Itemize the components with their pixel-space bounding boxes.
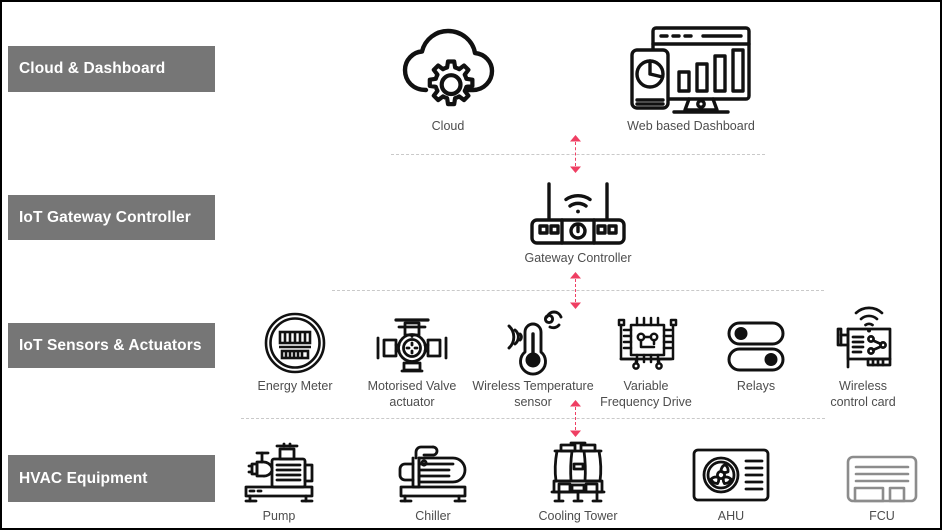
band-label-cloud-dashboard: Cloud & Dashboard [8,46,215,92]
node-caption: Pump [262,509,296,523]
valve-actuator-icon [374,312,450,374]
wireless-thermometer-icon [499,310,567,376]
node-caption: Variable Frequency Drive [600,379,692,409]
band-label-text: IoT Sensors & Actuators [19,336,202,354]
node-wireless-control-card: Wireless control card [814,306,912,410]
node-variable-frequency-drive: Variable Frequency Drive [592,312,700,410]
connector-shaft [574,279,576,302]
connector-cloud-gateway [568,135,582,173]
node-caption: Energy Meter [257,379,333,393]
node-caption: Cooling Tower [538,509,618,523]
band-label-text: IoT Gateway Controller [19,208,191,226]
node-pump: Pump [225,442,333,525]
energy-meter-icon [264,312,326,374]
node-energy-meter: Energy Meter [239,312,351,395]
node-cloud: Cloud [388,26,508,135]
node-ahu: AHU [681,446,781,525]
node-chiller: Chiller [380,442,486,525]
band-label-text: Cloud & Dashboard [19,60,166,77]
cloud-gear-icon [400,26,496,114]
fcu-icon [845,450,919,504]
circuit-chip-icon [611,312,681,374]
diagram-canvas: Cloud & Dashboard IoT Gateway Controller… [0,0,942,530]
connector-shaft [574,142,576,166]
node-caption: Motorised Valve actuator [367,379,457,409]
chiller-icon [393,442,473,504]
node-wireless-temperature-sensor: Wireless Temperature sensor [472,310,594,410]
node-web-dashboard: Web based Dashboard [615,24,767,135]
toggle-switches-icon [725,312,787,374]
node-gateway-controller: Gateway Controller [510,178,646,267]
cooling-tower-icon [541,440,615,504]
wireless-card-icon [826,306,900,374]
node-caption: Wireless control card [830,379,896,409]
arrow-up-icon [569,272,581,279]
arrow-up-icon [569,135,581,142]
arrow-down-icon [569,430,581,437]
node-caption: AHU [717,509,745,523]
node-caption: Gateway Controller [524,251,632,265]
ahu-icon [691,446,771,504]
monitor-chart-phone-icon [629,24,753,114]
arrow-down-icon [569,166,581,173]
node-caption: Wireless Temperature sensor [472,379,594,409]
node-caption: Cloud [431,119,465,133]
connector-shaft [574,407,576,430]
divider-sensors-hvac [241,418,825,419]
node-relays: Relays [708,312,804,395]
node-fcu: FCU [835,450,929,525]
node-cooling-tower: Cooling Tower [523,440,633,525]
arrow-down-icon [569,302,581,309]
band-label-iot-gateway-controller: IoT Gateway Controller [8,195,215,240]
node-caption: Chiller [415,509,451,523]
pump-icon [236,442,322,504]
band-label-iot-sensors-actuators: IoT Sensors & Actuators [8,323,215,368]
band-label-hvac-equipment: HVAC Equipment [8,455,215,502]
node-caption: Web based Dashboard [627,119,755,133]
connector-gateway-sensors [568,272,582,309]
node-motorised-valve-actuator: Motorised Valve actuator [356,312,468,410]
router-wifi-icon [525,178,631,246]
band-label-text: HVAC Equipment [19,469,148,487]
node-caption: FCU [869,509,895,523]
node-caption: Relays [736,379,776,393]
